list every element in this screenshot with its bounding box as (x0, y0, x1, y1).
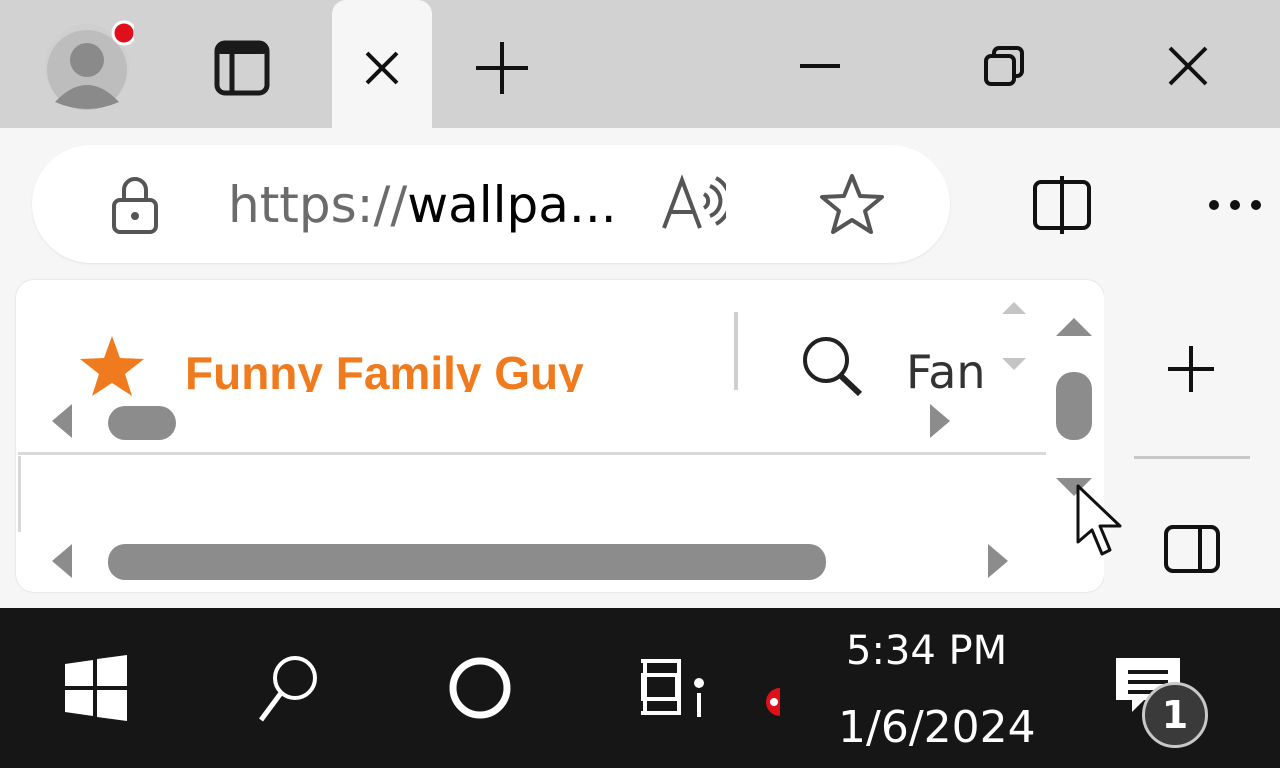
favorite-star-icon (820, 174, 884, 234)
read-aloud-icon (662, 174, 726, 229)
profile-icon (45, 20, 137, 110)
star-filled-icon (80, 336, 144, 396)
taskbar-search-button[interactable] (248, 650, 328, 726)
close-tab-button[interactable] (352, 40, 412, 96)
site-info-button[interactable] (100, 168, 170, 240)
sidebar-toggle-icon (1164, 525, 1220, 573)
favorites-search-button[interactable] (798, 334, 868, 398)
clock-time[interactable]: 5:34 PM (846, 628, 1007, 674)
sidebar-divider (1134, 456, 1250, 459)
close-window-button[interactable] (1148, 30, 1228, 102)
split-screen-icon (1033, 176, 1091, 234)
panel-left-edge (18, 456, 21, 532)
vscroll-thumb[interactable] (1056, 372, 1092, 440)
cortana-button[interactable] (440, 648, 520, 728)
search-icon (803, 337, 863, 397)
cortana-icon (449, 657, 511, 719)
hscroll-thumb-lower[interactable] (108, 544, 826, 580)
new-tab-icon (476, 42, 528, 94)
sidebar-toggle-button[interactable] (1156, 514, 1228, 584)
sidebar-add-button[interactable] (1156, 334, 1226, 404)
url-scheme: https:// (228, 176, 408, 234)
start-button[interactable] (56, 650, 136, 726)
mouse-cursor (1074, 482, 1128, 560)
task-view-button[interactable] (630, 650, 710, 726)
hscroll-right-arrow[interactable] (930, 404, 950, 438)
windows-start-icon (65, 655, 127, 721)
url-host: wallpa... (407, 176, 617, 234)
app-badge-icon (766, 688, 780, 716)
scroll-up-small[interactable] (1002, 302, 1026, 314)
workspaces-button[interactable] (204, 30, 276, 102)
clock-date[interactable]: 1/6/2024 (838, 702, 1036, 753)
new-tab-button[interactable] (466, 32, 538, 104)
hscroll-lower-left-arrow[interactable] (52, 544, 72, 578)
profile-button[interactable] (44, 20, 137, 110)
add-icon (1168, 346, 1214, 392)
vscroll-up-arrow[interactable] (1056, 318, 1092, 336)
minimize-button[interactable] (780, 30, 860, 102)
taskbar-search-icon (258, 656, 317, 722)
hscroll-lower-right-arrow[interactable] (988, 544, 1008, 578)
tray-app-icon[interactable] (764, 686, 780, 718)
mouse-cursor-icon (1076, 484, 1122, 556)
more-button[interactable] (1200, 180, 1270, 230)
close-tab-icon (365, 51, 399, 85)
close-window-icon (1168, 46, 1208, 86)
read-aloud-button[interactable] (654, 168, 730, 240)
panel-horizontal-divider (18, 452, 1046, 455)
favorite-button[interactable] (814, 168, 890, 240)
minimize-icon (800, 64, 840, 68)
title-bar (0, 0, 1280, 128)
split-screen-button[interactable] (1022, 170, 1102, 240)
hscroll-thumb-upper[interactable] (108, 406, 176, 440)
notification-count-badge: 1 (1142, 682, 1208, 748)
more-icon (1209, 200, 1261, 210)
url-text[interactable]: https://wallpa... (228, 170, 617, 240)
restore-icon (984, 46, 1024, 86)
scroll-down-small[interactable] (1002, 358, 1026, 370)
panel-divider (734, 312, 738, 390)
favorites-star (78, 334, 146, 398)
workspaces-icon (214, 40, 270, 96)
hscroll-left-arrow[interactable] (52, 404, 72, 438)
favorites-title[interactable]: Funny Family Guy (185, 338, 584, 392)
restore-button[interactable] (964, 30, 1044, 102)
lock-icon (112, 177, 158, 234)
task-view-icon (641, 659, 704, 717)
favorites-search-input[interactable]: Fan (906, 340, 986, 400)
